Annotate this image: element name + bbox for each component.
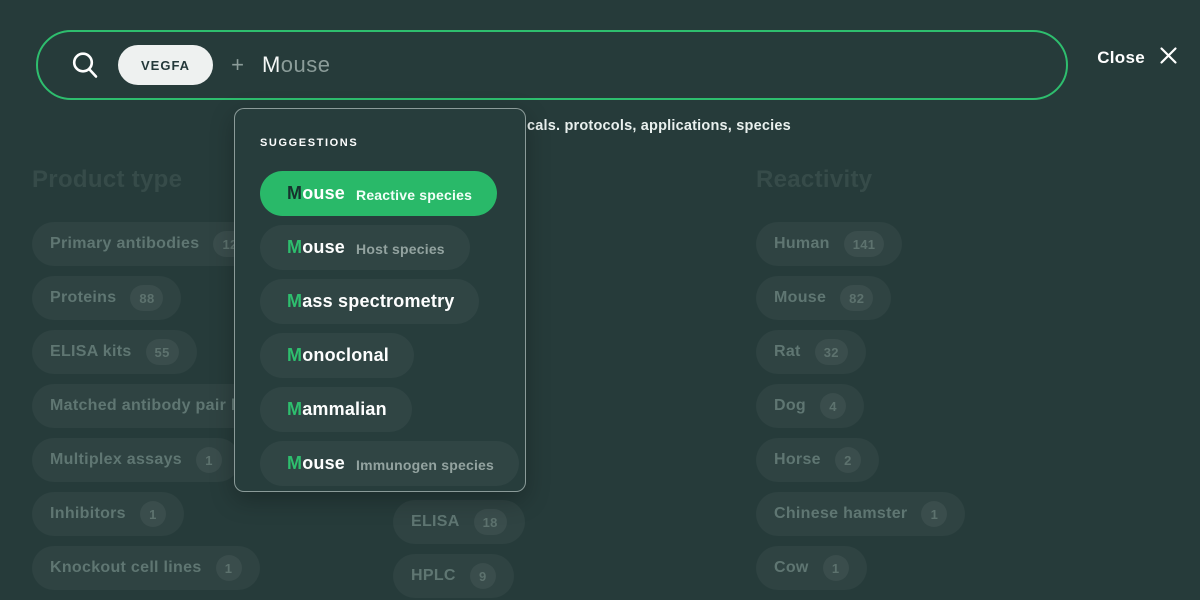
filter-chip[interactable]: Mouse 82 <box>756 276 891 320</box>
suggestion-match-text: M <box>287 399 302 420</box>
close-label: Close <box>1097 48 1145 68</box>
filter-chip[interactable]: Knockout cell lines 1 <box>32 546 260 590</box>
filter-chip-label: ELISA <box>411 513 460 531</box>
filter-count-badge: 88 <box>130 285 163 311</box>
search-hint-fragment: cals. protocols, applications, species <box>527 118 791 134</box>
filter-chip-label: Inhibitors <box>50 505 126 523</box>
suggestions-panel: SUGGESTIONS Mouse Reactive species Mouse… <box>234 108 526 492</box>
suggestion-item[interactable]: Mouse Immunogen species <box>260 441 519 486</box>
filter-chip-label: Cow <box>774 559 809 577</box>
filter-chip[interactable]: Inhibitors 1 <box>32 492 184 536</box>
filter-chip-label: ELISA kits <box>50 343 132 361</box>
filter-chip-label: Multiplex assays <box>50 451 182 469</box>
filter-chip[interactable]: Human 141 <box>756 222 902 266</box>
filter-count-badge: 1 <box>823 555 849 581</box>
search-term-tag[interactable]: VEGFA <box>118 45 213 85</box>
filter-count-badge: 18 <box>474 509 507 535</box>
filter-chip[interactable]: ELISA kits 55 <box>32 330 197 374</box>
filter-chip[interactable]: ELISA 18 <box>393 500 525 544</box>
suggestions-list: Mouse Reactive species Mouse Host specie… <box>260 171 525 486</box>
filter-chip-label: Knockout cell lines <box>50 559 202 577</box>
filter-chip-label: Human <box>774 235 830 253</box>
suggestion-rest-text: ouse <box>302 183 345 204</box>
filter-chip-label: Mouse <box>774 289 826 307</box>
filter-chip-label: Rat <box>774 343 801 361</box>
suggestion-category-label: Host species <box>356 241 445 257</box>
suggestion-match-text: M <box>287 237 302 258</box>
middle-filter-section: ELISA 18 HPLC 9 <box>393 500 525 600</box>
filter-chip-label: Matched antibody pair kits <box>50 397 260 415</box>
filter-count-badge: 1 <box>921 501 947 527</box>
filter-count-badge: 9 <box>470 563 496 589</box>
close-icon <box>1159 46 1178 70</box>
suggestion-category-label: Immunogen species <box>356 457 494 473</box>
suggestions-label: SUGGESTIONS <box>260 137 525 149</box>
suggestion-rest-text: ouse <box>302 237 345 258</box>
search-icon <box>70 50 100 80</box>
filter-chip[interactable]: Rat 32 <box>756 330 866 374</box>
search-bar[interactable]: VEGFA + Mouse <box>36 30 1068 100</box>
suggestion-rest-text: ouse <box>302 453 345 474</box>
filter-chip[interactable]: Dog 4 <box>756 384 864 428</box>
filter-count-badge: 2 <box>835 447 861 473</box>
filter-chip[interactable]: Horse 2 <box>756 438 879 482</box>
suggestion-match-text: M <box>287 345 302 366</box>
filter-chip[interactable]: Chinese hamster 1 <box>756 492 965 536</box>
reactivity-section: Reactivity Human 141 Mouse 82 Rat 32 Dog… <box>756 166 965 600</box>
suggestion-rest-text: onoclonal <box>302 345 389 366</box>
filter-chip-label: Horse <box>774 451 821 469</box>
filter-count-badge: 1 <box>216 555 242 581</box>
filter-count-badge: 1 <box>196 447 222 473</box>
filter-chip[interactable]: Proteins 88 <box>32 276 181 320</box>
suggestion-item[interactable]: Mass spectrometry <box>260 279 479 324</box>
filter-chip-label: Dog <box>774 397 806 415</box>
filter-chip[interactable]: Cow 1 <box>756 546 867 590</box>
suggestion-item[interactable]: Mammalian <box>260 387 412 432</box>
middle-filter-list: ELISA 18 HPLC 9 <box>393 500 525 598</box>
suggestion-rest-text: ammalian <box>302 399 387 420</box>
filter-count-badge: 141 <box>844 231 885 257</box>
filter-chip-label: HPLC <box>411 567 456 585</box>
filter-chip-label: Chinese hamster <box>774 505 907 523</box>
filter-count-badge: 82 <box>840 285 873 311</box>
search-input-text[interactable]: Mouse <box>262 52 331 78</box>
suggestion-category-label: Reactive species <box>356 187 472 203</box>
filter-chip[interactable]: Multiplex assays 1 <box>32 438 240 482</box>
suggestion-match-text: M <box>287 453 302 474</box>
suggestion-item[interactable]: Mouse Host species <box>260 225 470 270</box>
filter-chip[interactable]: HPLC 9 <box>393 554 514 598</box>
plus-separator: + <box>231 52 244 78</box>
filter-count-badge: 32 <box>815 339 848 365</box>
reactivity-list: Human 141 Mouse 82 Rat 32 Dog 4 Horse 2 <box>756 222 965 590</box>
close-button[interactable]: Close <box>1097 46 1178 70</box>
suggestion-item[interactable]: Monoclonal <box>260 333 414 378</box>
suggestion-rest-text: ass spectrometry <box>302 291 454 312</box>
filter-chip-label: Proteins <box>50 289 116 307</box>
typed-query: M <box>262 52 281 77</box>
autocomplete-completion: ouse <box>281 52 331 77</box>
filter-count-badge: 4 <box>820 393 846 419</box>
filter-count-badge: 55 <box>146 339 179 365</box>
suggestion-item[interactable]: Mouse Reactive species <box>260 171 497 216</box>
filter-chip-label: Primary antibodies <box>50 235 199 253</box>
filter-count-badge: 1 <box>140 501 166 527</box>
suggestion-match-text: M <box>287 183 302 204</box>
reactivity-title: Reactivity <box>756 166 965 194</box>
suggestion-match-text: M <box>287 291 302 312</box>
